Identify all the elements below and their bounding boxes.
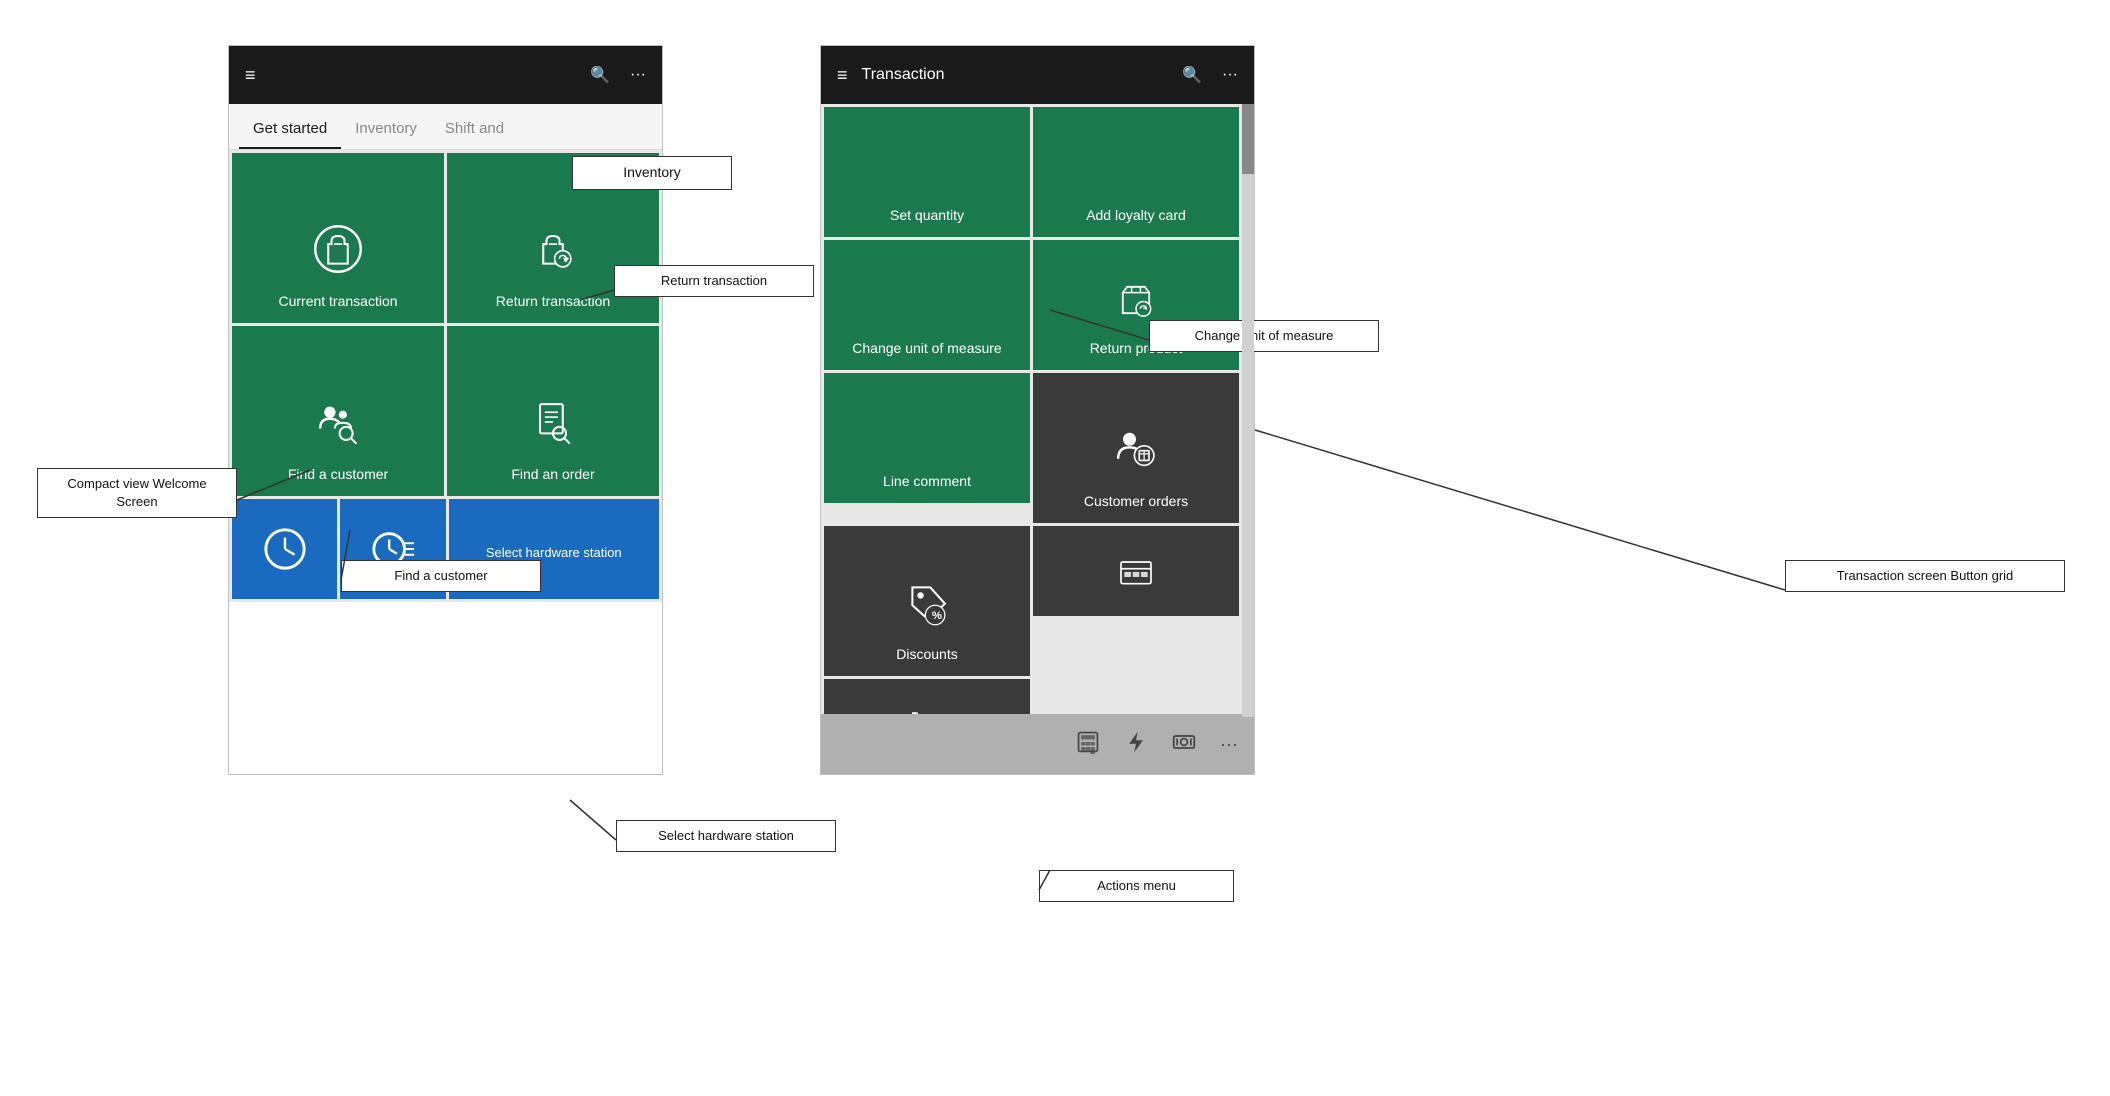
svg-text:%: %: [932, 610, 942, 622]
tile-set-quantity[interactable]: Set quantity: [824, 107, 1030, 237]
tile-current-transaction-label: Current transaction: [270, 293, 405, 309]
hamburger-icon-right[interactable]: ≡: [837, 65, 850, 86]
customer-orders-icon: [1110, 423, 1162, 485]
scroll-thumb[interactable]: [1242, 104, 1254, 174]
right-button-grid-container: Set quantity Add loyalty card Change uni…: [821, 104, 1254, 717]
lightning-icon[interactable]: [1124, 730, 1148, 759]
tile-find-order[interactable]: Find an order: [447, 326, 659, 496]
hamburger-icon-left[interactable]: ≡: [245, 65, 258, 86]
tab-inventory[interactable]: Inventory: [341, 110, 431, 149]
left-button-grid-top: Current transaction Return transaction: [229, 150, 662, 499]
more-icon-right[interactable]: ···: [1222, 66, 1238, 84]
action-1-icon: [1116, 552, 1156, 602]
tile-customer-orders[interactable]: Customer orders: [1033, 373, 1239, 523]
annotation-inventory: Inventory: [572, 156, 732, 190]
bottom-toolbar: ···: [821, 714, 1254, 774]
tile-action-1[interactable]: [1033, 526, 1239, 616]
right-header-title: Transaction: [862, 66, 1171, 84]
tile-return-transaction-label: Return transaction: [488, 293, 618, 309]
right-phone-header: ≡ Transaction 🔍 ···: [821, 46, 1254, 104]
left-phone: ≡ 🔍 ··· Get started Inventory Shift and …: [228, 45, 663, 775]
return-bag-icon: [527, 223, 579, 285]
more-icon-left[interactable]: ···: [630, 66, 646, 84]
more-toolbar-icon[interactable]: ···: [1220, 734, 1238, 755]
annotation-find-customer: Find a customer: [341, 560, 541, 592]
tile-find-customer[interactable]: Find a customer: [232, 326, 444, 496]
annotation-change-uom: Change unit of measure: [1149, 320, 1379, 352]
tile-set-quantity-label: Set quantity: [882, 207, 972, 223]
find-customer-icon: [312, 396, 364, 458]
annotation-return-transaction: Return transaction: [614, 265, 814, 297]
tab-get-started[interactable]: Get started: [239, 110, 341, 149]
annotation-compact-view: Compact view Welcome Screen: [37, 468, 237, 518]
discounts-icon: %: [901, 576, 953, 638]
tile-select-hardware-label: Select hardware station: [486, 545, 622, 560]
right-phone: ≡ Transaction 🔍 ··· Set quantity Add loy…: [820, 45, 1255, 775]
tile-line-comment-label: Line comment: [875, 473, 979, 489]
tile-find-order-label: Find an order: [503, 466, 602, 482]
tile-add-loyalty[interactable]: Add loyalty card: [1033, 107, 1239, 237]
cash-icon[interactable]: [1172, 730, 1196, 759]
tile-find-customer-label: Find a customer: [280, 466, 396, 482]
tile-change-uom-label: Change unit of measure: [844, 340, 1009, 356]
tile-action-2[interactable]: [824, 679, 1030, 717]
tile-change-uom[interactable]: Change unit of measure: [824, 240, 1030, 370]
search-icon-right[interactable]: 🔍: [1182, 65, 1202, 85]
tile-add-loyalty-label: Add loyalty card: [1078, 207, 1194, 223]
annotation-actions-menu: Actions menu: [1039, 870, 1234, 902]
search-icon-left[interactable]: 🔍: [590, 65, 610, 85]
left-phone-header: ≡ 🔍 ···: [229, 46, 662, 104]
tile-line-comment[interactable]: Line comment: [824, 373, 1030, 503]
tile-current-transaction[interactable]: Current transaction: [232, 153, 444, 323]
annotation-transaction-button-grid: Transaction screen Button grid: [1785, 560, 2065, 592]
tile-discounts[interactable]: % Discounts: [824, 526, 1030, 676]
tile-discounts-label: Discounts: [888, 646, 965, 662]
calculator-icon[interactable]: [1076, 730, 1100, 759]
find-order-icon: [527, 396, 579, 458]
clock-icon-1: [262, 526, 308, 572]
annotation-select-hardware: Select hardware station: [616, 820, 836, 852]
tile-customer-orders-label: Customer orders: [1076, 493, 1196, 509]
scroll-rail[interactable]: [1242, 104, 1254, 717]
tile-clock-in[interactable]: [232, 499, 337, 599]
tab-shift[interactable]: Shift and: [431, 110, 518, 149]
nav-tabs-left: Get started Inventory Shift and: [229, 104, 662, 150]
shopping-bag-icon: [312, 223, 364, 285]
